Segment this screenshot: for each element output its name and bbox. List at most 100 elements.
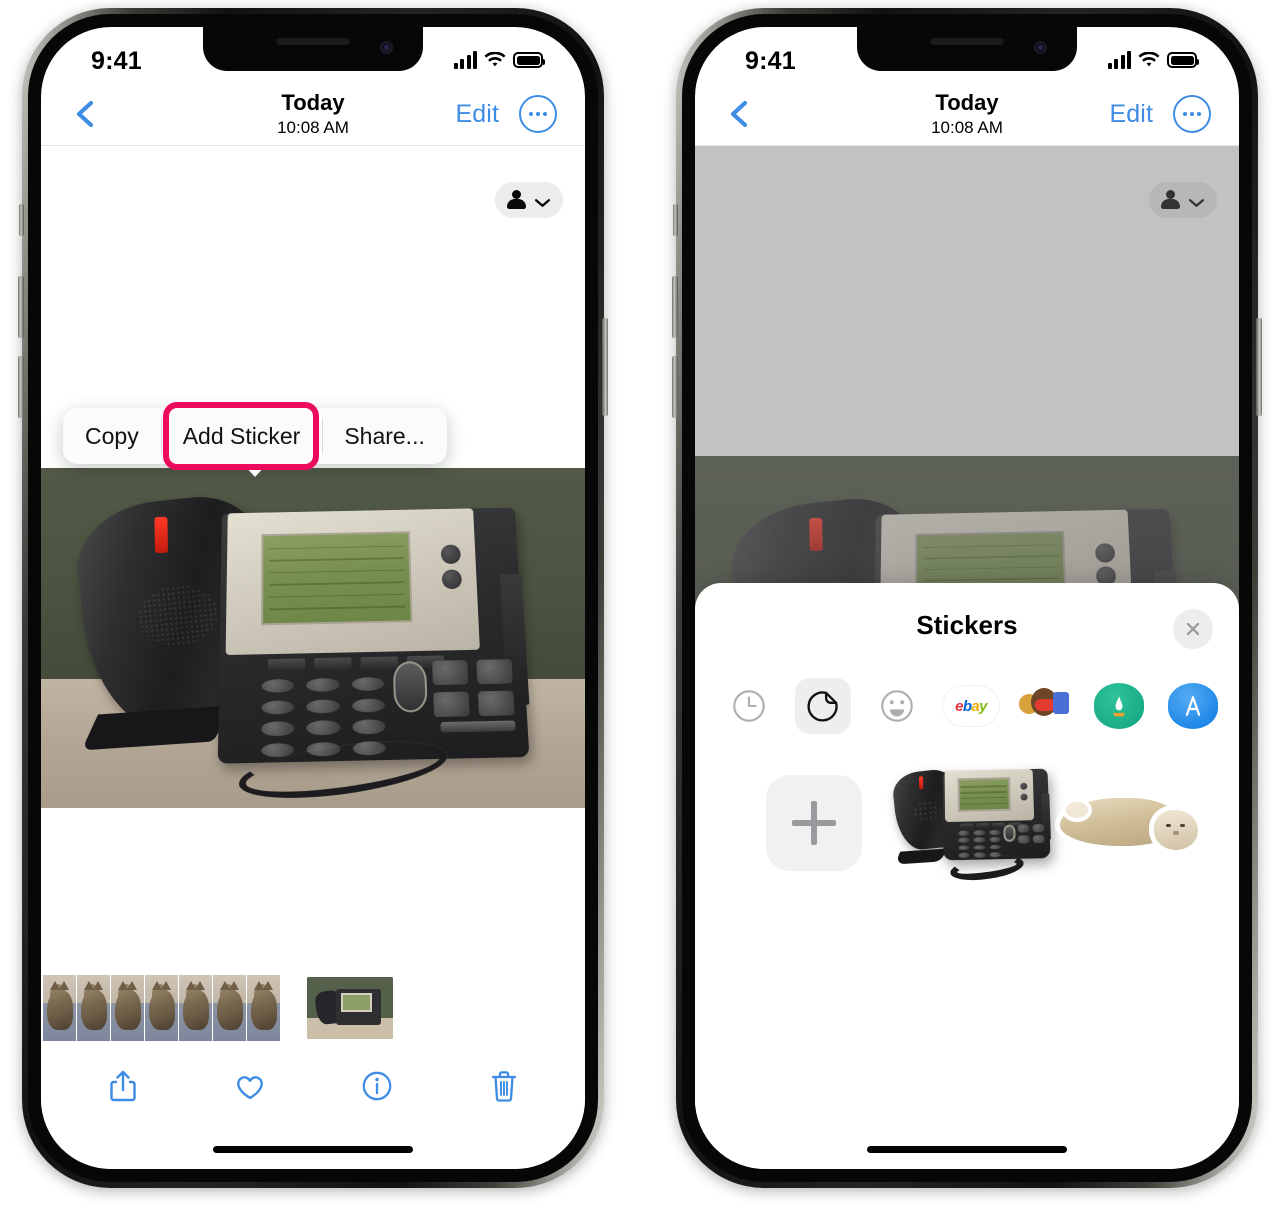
screen-right: 9:41 Today 10:08 AM Edit Stickers ebay bbox=[695, 27, 1239, 1169]
sticker-sheet-title: Stickers bbox=[916, 609, 1018, 640]
power-button[interactable] bbox=[1256, 318, 1262, 416]
sticker-sheet-header: Stickers bbox=[695, 583, 1239, 667]
ebay-logo: ebay bbox=[943, 686, 999, 726]
mute-switch[interactable] bbox=[673, 204, 678, 236]
photo-viewer-right: Stickers ebay bbox=[695, 146, 1239, 1169]
bottom-toolbar bbox=[41, 1049, 585, 1123]
earpiece-speaker bbox=[276, 38, 350, 45]
phone-lcd-screen bbox=[261, 531, 414, 626]
device-frame-right: 9:41 Today 10:08 AM Edit Stickers ebay bbox=[672, 8, 1262, 1188]
heart-icon[interactable] bbox=[231, 1066, 269, 1106]
status-indicators bbox=[1107, 51, 1199, 69]
context-menu-item-add-sticker[interactable]: Add Sticker bbox=[160, 408, 323, 464]
sticker-sheet: Stickers ebay bbox=[695, 583, 1239, 1169]
sticker-category-row[interactable]: ebay bbox=[695, 667, 1239, 741]
nav-actions: Edit bbox=[1110, 95, 1211, 133]
filmstrip[interactable] bbox=[41, 975, 585, 1041]
close-icon[interactable] bbox=[1173, 609, 1213, 649]
context-menu-arrow bbox=[241, 463, 268, 477]
volume-up-button[interactable] bbox=[18, 276, 24, 338]
app-teal-icon bbox=[1094, 683, 1144, 729]
phone-function-keys bbox=[431, 659, 515, 718]
people-badge[interactable] bbox=[1149, 182, 1217, 218]
phone-navigation-pad bbox=[392, 661, 428, 714]
chevron-down-icon bbox=[1188, 195, 1205, 207]
nav-divider bbox=[41, 145, 585, 146]
list-item[interactable] bbox=[111, 975, 144, 1041]
home-indicator[interactable] bbox=[213, 1146, 413, 1153]
context-menu-item-share[interactable]: Share... bbox=[322, 408, 447, 464]
screen-left: 9:41 Today 10:08 AM Edit Copy Add Sticke… bbox=[41, 27, 585, 1169]
nav-bar-right: Today 10:08 AM Edit bbox=[695, 83, 1239, 145]
share-icon[interactable] bbox=[104, 1066, 142, 1106]
app-store-icon bbox=[1168, 683, 1218, 729]
notch bbox=[203, 27, 423, 71]
add-sticker-button[interactable] bbox=[765, 775, 862, 871]
filmstrip-selected-thumb[interactable] bbox=[307, 977, 393, 1039]
photo-desk-phone[interactable] bbox=[41, 468, 585, 808]
list-item[interactable] bbox=[179, 975, 212, 1041]
phone-volume-bar bbox=[440, 720, 515, 734]
info-icon[interactable] bbox=[358, 1066, 396, 1106]
phone-knob-upper bbox=[1094, 542, 1116, 563]
mute-switch[interactable] bbox=[19, 204, 24, 236]
device-bezel-right: 9:41 Today 10:08 AM Edit Stickers ebay bbox=[682, 14, 1252, 1182]
more-options-button[interactable] bbox=[1173, 95, 1211, 133]
message-light bbox=[154, 517, 168, 554]
list-item[interactable] bbox=[247, 975, 280, 1041]
plus-icon bbox=[791, 801, 836, 845]
sticker-tile-cat[interactable] bbox=[1052, 763, 1209, 883]
memoji-icon bbox=[1019, 686, 1071, 726]
sticker-category-emoji[interactable] bbox=[869, 678, 925, 734]
front-camera bbox=[380, 41, 393, 54]
cellular-signal-icon bbox=[453, 51, 477, 69]
context-menu-item-copy[interactable]: Copy bbox=[63, 408, 161, 464]
message-light bbox=[809, 517, 823, 552]
cat-sticker bbox=[1056, 788, 1206, 858]
sticker-tile-desk-phone[interactable] bbox=[891, 763, 1052, 884]
person-icon bbox=[1161, 190, 1180, 210]
list-item[interactable] bbox=[145, 975, 178, 1041]
volume-down-button[interactable] bbox=[18, 356, 24, 418]
chevron-down-icon bbox=[534, 195, 551, 207]
nav-divider bbox=[695, 145, 1239, 146]
sticker-category-app-store[interactable] bbox=[1165, 678, 1221, 734]
more-options-button[interactable] bbox=[519, 95, 557, 133]
phone-knob-lower bbox=[441, 569, 463, 590]
sticker-grid bbox=[695, 741, 1239, 884]
home-indicator[interactable] bbox=[867, 1146, 1067, 1153]
back-button[interactable] bbox=[69, 97, 103, 131]
trash-icon[interactable] bbox=[485, 1066, 523, 1106]
edit-button[interactable]: Edit bbox=[1110, 100, 1153, 129]
battery-icon bbox=[513, 52, 545, 68]
people-badge[interactable] bbox=[495, 182, 563, 218]
list-item[interactable] bbox=[213, 975, 246, 1041]
nav-bar-left: Today 10:08 AM Edit bbox=[41, 83, 585, 145]
list-item[interactable] bbox=[43, 975, 76, 1041]
volume-down-button[interactable] bbox=[672, 356, 678, 418]
device-bezel-left: 9:41 Today 10:08 AM Edit Copy Add Sticke… bbox=[28, 14, 598, 1182]
sticker-category-stickers[interactable] bbox=[795, 678, 851, 734]
wifi-icon bbox=[1138, 51, 1160, 69]
sticker-tile-add[interactable] bbox=[735, 763, 892, 883]
wifi-icon bbox=[484, 51, 506, 69]
edit-button[interactable]: Edit bbox=[456, 100, 499, 129]
phone-base bbox=[217, 507, 529, 765]
status-time: 9:41 bbox=[91, 47, 142, 75]
sticker-category-app-teal[interactable] bbox=[1091, 678, 1147, 734]
status-time: 9:41 bbox=[745, 47, 796, 75]
sticker-category-recents[interactable] bbox=[721, 678, 777, 734]
status-indicators bbox=[453, 51, 545, 69]
sticker-category-ebay[interactable]: ebay bbox=[943, 678, 999, 734]
desk-phone-sticker bbox=[891, 767, 1052, 884]
list-item[interactable] bbox=[77, 975, 110, 1041]
iphone-right: 9:41 Today 10:08 AM Edit Stickers ebay bbox=[672, 8, 1262, 1188]
back-button[interactable] bbox=[723, 97, 757, 131]
volume-up-button[interactable] bbox=[672, 276, 678, 338]
iphone-left: 9:41 Today 10:08 AM Edit Copy Add Sticke… bbox=[18, 8, 608, 1188]
power-button[interactable] bbox=[602, 318, 608, 416]
context-menu: Copy Add Sticker Share... bbox=[63, 402, 447, 477]
sticker-category-memoji[interactable] bbox=[1017, 678, 1073, 734]
person-icon bbox=[507, 190, 526, 210]
handset-speaker bbox=[134, 582, 222, 650]
